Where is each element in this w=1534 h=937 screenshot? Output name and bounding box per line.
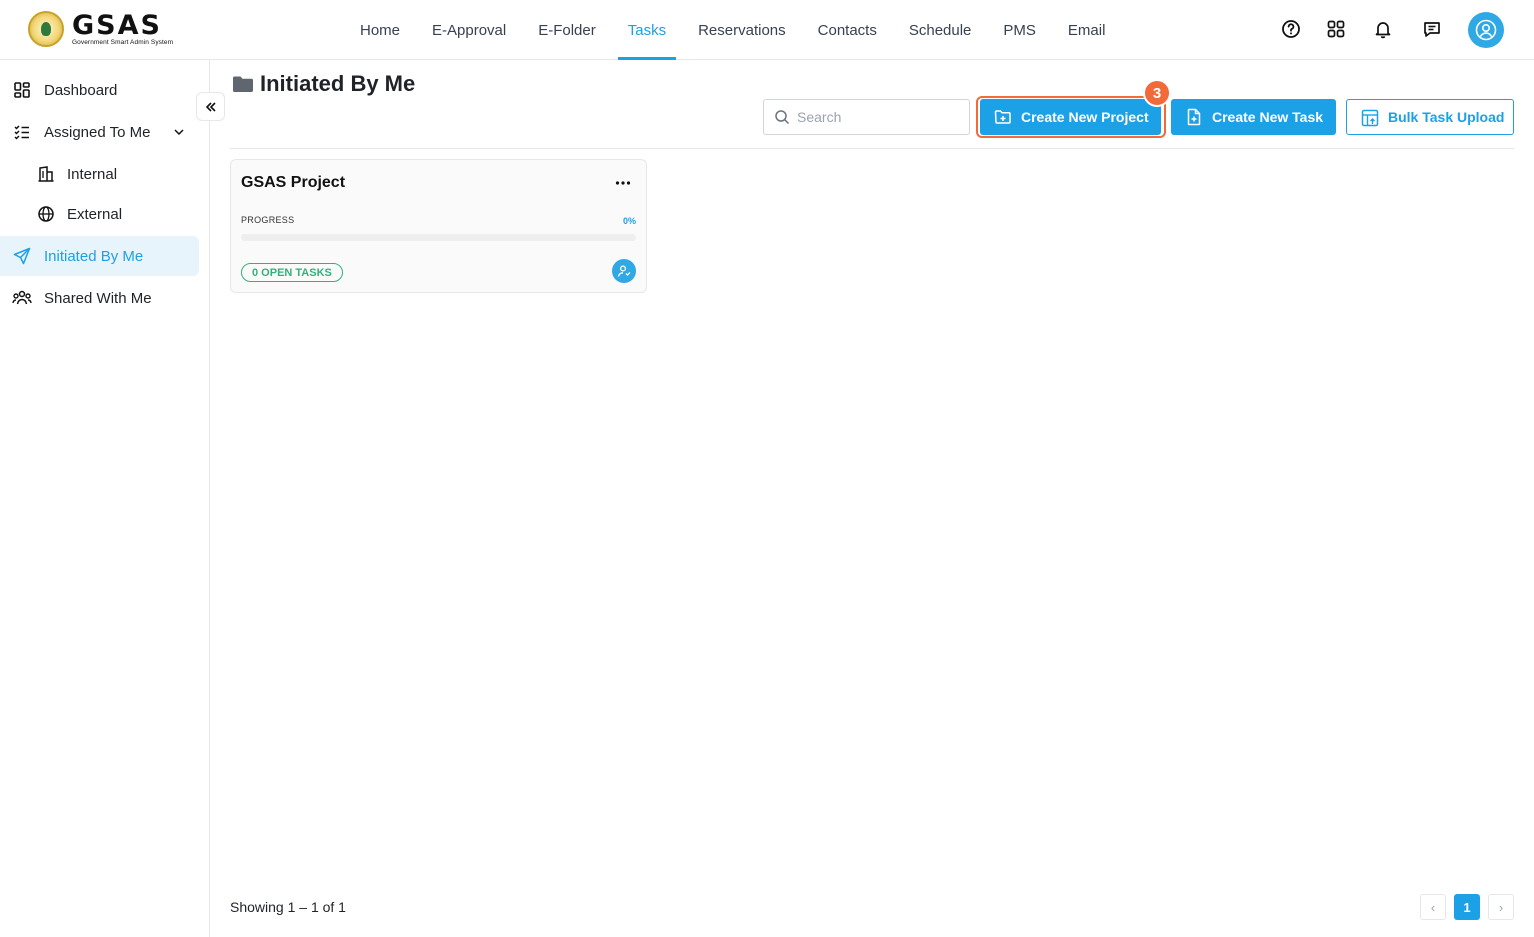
search-icon xyxy=(774,109,790,130)
users-icon xyxy=(12,288,32,308)
nav-pms[interactable]: PMS xyxy=(987,0,1052,60)
folder-plus-icon xyxy=(994,108,1012,126)
progress-bar xyxy=(241,234,636,241)
sidebar-item-label: Assigned To Me xyxy=(44,123,151,141)
page-1-button[interactable]: 1 xyxy=(1454,894,1480,920)
file-plus-icon xyxy=(1185,108,1203,126)
sidebar-item-initiated-by-me[interactable]: Initiated By Me xyxy=(0,236,199,276)
page-title: Initiated By Me xyxy=(232,71,415,97)
top-navbar: GSAS Government Smart Admin System Home … xyxy=(0,0,1534,60)
logo-title: GSAS xyxy=(72,9,162,41)
progress-label: PROGRESS xyxy=(241,215,295,225)
sidebar-item-label: External xyxy=(67,205,123,223)
sidebar-item-external[interactable]: External xyxy=(0,194,199,234)
checklist-icon xyxy=(12,122,32,142)
project-name: GSAS Project xyxy=(241,174,346,191)
step-badge: 3 xyxy=(1143,79,1171,107)
folder-icon xyxy=(233,76,253,92)
sidebar-item-label: Internal xyxy=(67,165,118,183)
nav-tasks[interactable]: Tasks xyxy=(612,0,682,60)
nav-contacts[interactable]: Contacts xyxy=(802,0,893,60)
chat-icon[interactable] xyxy=(1421,18,1443,40)
building-icon xyxy=(36,164,56,184)
dashboard-icon xyxy=(12,80,32,100)
sidebar-item-label: Initiated By Me xyxy=(44,247,144,265)
bulk-task-upload-button[interactable]: Bulk Task Upload xyxy=(1346,99,1514,135)
nav-reservations[interactable]: Reservations xyxy=(682,0,802,60)
sidebar-item-label: Dashboard xyxy=(44,81,118,99)
nav-e-approval[interactable]: E-Approval xyxy=(416,0,522,60)
progress-value: 0% xyxy=(622,216,636,226)
next-page-button[interactable]: › xyxy=(1488,894,1514,920)
sidebar-item-assigned-to-me[interactable]: Assigned To Me xyxy=(0,112,199,152)
bulk-task-upload-label: Bulk Task Upload xyxy=(1388,109,1505,125)
sidebar: Dashboard Assigned To Me Internal Extern… xyxy=(0,60,210,937)
assign-user-icon[interactable] xyxy=(612,259,636,283)
more-options-icon[interactable] xyxy=(613,176,633,190)
project-card[interactable]: GSAS Project PROGRESS 0% 0 OPEN TASKS xyxy=(230,159,647,293)
search-box[interactable] xyxy=(763,99,970,135)
logo-subtitle: Government Smart Admin System xyxy=(72,38,174,46)
main-nav: Home E-Approval E-Folder Tasks Reservati… xyxy=(344,0,1121,60)
create-new-task-button[interactable]: Create New Task xyxy=(1171,99,1336,135)
open-tasks-badge: 0 OPEN TASKS xyxy=(241,263,343,282)
nav-e-folder[interactable]: E-Folder xyxy=(522,0,612,60)
sidebar-item-label: Shared With Me xyxy=(44,289,152,307)
gsas-logo[interactable]: GSAS Government Smart Admin System xyxy=(28,11,173,47)
double-chevron-left-icon xyxy=(205,101,216,112)
search-input[interactable] xyxy=(797,109,957,125)
page-title-text: Initiated By Me xyxy=(260,71,416,96)
nav-schedule[interactable]: Schedule xyxy=(893,0,988,60)
emblem-icon xyxy=(28,11,64,47)
send-icon xyxy=(12,246,32,266)
nav-home[interactable]: Home xyxy=(344,0,416,60)
nav-email[interactable]: Email xyxy=(1052,0,1122,60)
collapse-sidebar-button[interactable] xyxy=(196,92,225,121)
bell-icon[interactable] xyxy=(1372,18,1394,40)
create-new-project-button[interactable]: Create New Project xyxy=(980,99,1161,135)
pagination-summary: Showing 1 – 1 of 1 xyxy=(230,899,346,915)
prev-page-button[interactable]: ‹ xyxy=(1420,894,1446,920)
sidebar-item-shared-with-me[interactable]: Shared With Me xyxy=(0,278,199,318)
sidebar-item-dashboard[interactable]: Dashboard xyxy=(0,70,199,110)
create-new-task-label: Create New Task xyxy=(1212,109,1324,125)
sidebar-item-internal[interactable]: Internal xyxy=(0,154,199,194)
help-icon[interactable] xyxy=(1280,18,1302,40)
table-upload-icon xyxy=(1361,109,1379,127)
create-new-project-label: Create New Project xyxy=(1021,109,1149,125)
divider xyxy=(230,148,1514,149)
globe-icon xyxy=(36,204,56,224)
apps-grid-icon[interactable] xyxy=(1325,18,1347,40)
chevron-down-icon[interactable] xyxy=(171,124,187,140)
user-avatar-icon[interactable] xyxy=(1468,12,1504,48)
